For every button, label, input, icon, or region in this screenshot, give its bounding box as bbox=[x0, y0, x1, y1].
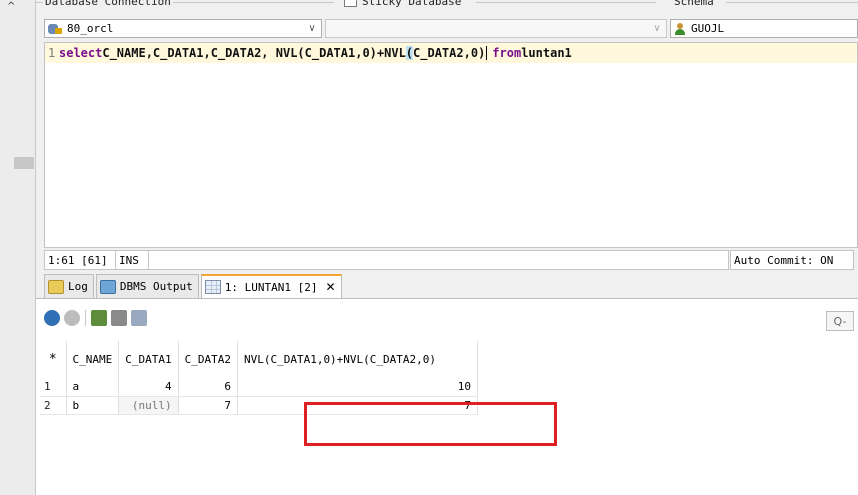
tab-log[interactable]: Log bbox=[44, 274, 94, 298]
tab-log-label: Log bbox=[68, 280, 88, 293]
tab-dbms-output-label: DBMS Output bbox=[119, 280, 193, 293]
schema-user-icon bbox=[673, 22, 687, 36]
cell-nvl-expression[interactable]: 10 bbox=[237, 378, 478, 397]
filter-search-button[interactable]: Q- bbox=[826, 311, 854, 331]
database-select[interactable]: ∨ bbox=[325, 19, 667, 38]
cell-c-data1[interactable]: (null) bbox=[118, 396, 179, 415]
results-panel: Q- * C_NAME C_DATA1 C_DATA2 NVL(C_DATA1,… bbox=[36, 298, 858, 495]
export-icon[interactable] bbox=[111, 310, 127, 326]
highlight-annotation-box bbox=[304, 402, 557, 446]
text-cursor bbox=[486, 46, 488, 60]
select-all-header[interactable]: * bbox=[40, 341, 67, 378]
sql-table-name: luntan1 bbox=[521, 46, 572, 60]
row-number: 1 bbox=[40, 378, 67, 397]
column-header-nvl-expression[interactable]: NVL(C_DATA1,0)+NVL(C_DATA2,0) bbox=[237, 341, 478, 378]
tab-luntan1-results[interactable]: 1: LUNTAN1 [2] ✕ bbox=[200, 274, 342, 298]
group-divider bbox=[726, 2, 858, 3]
sql-text: C_NAME,C_DATA1,C_DATA2, NVL(C_DATA1,0)+N… bbox=[102, 46, 406, 60]
splitter-handle[interactable] bbox=[14, 157, 34, 169]
column-header-c-data2[interactable]: C_DATA2 bbox=[178, 341, 238, 378]
tab-results-label: 1: LUNTAN1 [2] bbox=[224, 280, 318, 294]
cell-c-name[interactable]: a bbox=[66, 378, 120, 397]
cell-c-data2[interactable]: 6 bbox=[178, 378, 238, 397]
group-divider bbox=[476, 2, 656, 3]
sql-editor[interactable]: 1 select C_NAME,C_DATA1,C_DATA2, NVL(C_D… bbox=[44, 42, 858, 248]
cell-c-data2[interactable]: 7 bbox=[178, 396, 238, 415]
chevron-down-icon[interactable]: ∨ bbox=[648, 20, 666, 37]
schema-select-value: GUOJL bbox=[691, 22, 725, 35]
tab-dbms-output[interactable]: DBMS Output bbox=[95, 274, 199, 298]
sticky-database-label: Sticky Database bbox=[360, 0, 464, 8]
cell-c-data1[interactable]: 4 bbox=[118, 378, 179, 397]
log-icon bbox=[48, 279, 64, 294]
editor-status-bar: 1:61 [61] INS Auto Commit: ON bbox=[36, 250, 858, 270]
commit-icon[interactable] bbox=[91, 310, 107, 326]
column-header-c-name[interactable]: C_NAME bbox=[66, 341, 120, 378]
cursor-position-value: 1:61 bbox=[48, 253, 75, 267]
results-toolbar bbox=[44, 309, 151, 327]
schema-label: Schema bbox=[672, 0, 716, 8]
sql-keyword-from: from bbox=[492, 46, 522, 60]
cursor-offset: [61] bbox=[81, 253, 108, 267]
database-connection-icon bbox=[47, 22, 63, 36]
schema-select[interactable]: GUOJL bbox=[670, 19, 858, 38]
matching-paren-open: ( bbox=[405, 46, 414, 60]
sql-text: C_DATA2,0 bbox=[413, 46, 479, 60]
cursor-position: 1:61 [61] bbox=[44, 250, 115, 270]
chevron-down-icon[interactable]: ∨ bbox=[303, 20, 321, 37]
connection-select-value: 80_orcl bbox=[67, 22, 114, 35]
left-gutter: ^ bbox=[0, 0, 36, 495]
connection-bar: Database Connection Sticky Database Sche… bbox=[36, 0, 858, 18]
stop-icon[interactable] bbox=[64, 310, 80, 326]
dbms-output-icon bbox=[99, 279, 116, 294]
auto-commit-status[interactable]: Auto Commit: ON bbox=[730, 250, 854, 270]
connection-select[interactable]: 80_orcl ∨ bbox=[44, 19, 322, 38]
cell-c-name[interactable]: b bbox=[66, 396, 120, 415]
refresh-icon[interactable] bbox=[44, 310, 60, 326]
results-header-row: * C_NAME C_DATA1 C_DATA2 NVL(C_DATA1,0)+… bbox=[40, 341, 478, 378]
editor-line-1[interactable]: 1 select C_NAME,C_DATA1,C_DATA2, NVL(C_D… bbox=[45, 43, 857, 63]
output-tabs: Log DBMS Output 1: LUNTAN1 [2] ✕ bbox=[44, 274, 344, 298]
database-connection-label: Database Connection bbox=[43, 0, 173, 8]
collapse-arrow-icon[interactable]: ^ bbox=[7, 1, 15, 12]
find-icon[interactable] bbox=[131, 310, 147, 326]
grid-icon bbox=[204, 280, 221, 294]
sql-keyword-select: select bbox=[59, 46, 103, 60]
column-header-c-data1[interactable]: C_DATA1 bbox=[118, 341, 179, 378]
line-number: 1 bbox=[48, 46, 56, 60]
row-number: 2 bbox=[40, 396, 67, 415]
toolbar-separator bbox=[85, 310, 86, 326]
matching-paren-close: ) bbox=[478, 46, 486, 60]
sticky-database-checkbox[interactable] bbox=[344, 0, 357, 7]
status-empty-field bbox=[149, 250, 729, 270]
table-row[interactable]: 1 a 4 6 10 bbox=[40, 378, 478, 397]
insert-mode: INS bbox=[115, 250, 149, 270]
close-icon[interactable]: ✕ bbox=[325, 280, 335, 294]
